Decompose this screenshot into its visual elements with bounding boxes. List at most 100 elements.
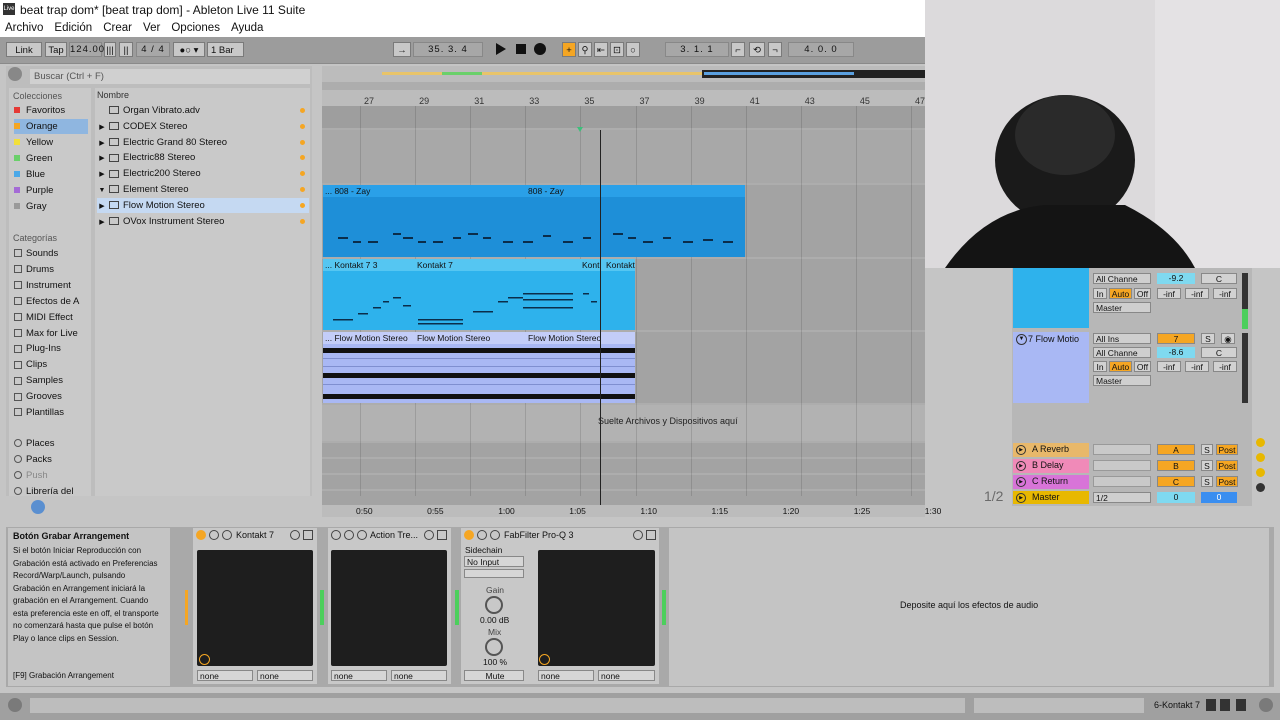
collection-item-yellow[interactable]: Yellow [14, 135, 53, 150]
quantize-dropdown[interactable]: 1 Bar [207, 42, 244, 57]
metronome-button[interactable]: ●○ ▾ [173, 42, 205, 57]
menu-ayuda[interactable]: Ayuda [231, 19, 263, 37]
loop-marker-icon[interactable] [577, 127, 583, 132]
track-fold-icon[interactable]: ▼ [1016, 334, 1027, 345]
plugin-view-kontakt[interactable] [197, 550, 313, 666]
output-dropdown-7[interactable]: Master [1093, 375, 1151, 386]
device-config-icon[interactable] [290, 530, 300, 540]
category-item[interactable]: Samples [14, 373, 63, 388]
return-solo-button[interactable]: S [1201, 460, 1213, 471]
song-position-field[interactable]: 35. 3. 4 [413, 42, 483, 57]
category-item[interactable]: Grooves [14, 389, 62, 404]
device-config-icon[interactable] [424, 530, 434, 540]
device-power-icon[interactable] [331, 530, 341, 540]
sidechain-channel-dropdown-2[interactable]: none [598, 670, 655, 681]
follow-icon[interactable]: → [393, 42, 411, 57]
return-letter-badge[interactable]: A [1157, 444, 1195, 455]
return-post-button[interactable]: Post [1216, 444, 1238, 455]
device-edit-icon[interactable] [222, 530, 232, 540]
clip-flow-motion[interactable]: ... Flow Motion Stereo Flow Motion Stere… [323, 332, 635, 403]
category-item[interactable]: Drums [14, 262, 54, 277]
time-signature-field[interactable]: 4 / 4 [136, 42, 170, 57]
monitor-in-button-7[interactable]: In [1093, 361, 1107, 372]
expand-arrow-icon[interactable]: ▶ [97, 136, 107, 151]
solo-button-7[interactable]: S [1201, 333, 1215, 344]
track-header-kontakt[interactable] [1013, 258, 1089, 328]
collection-item-purple[interactable]: Purple [14, 183, 53, 198]
expand-arrow-icon[interactable]: ▶ [97, 215, 107, 230]
collection-item-orange[interactable]: Orange [14, 119, 88, 134]
output-dropdown-6[interactable]: Master [1093, 302, 1151, 313]
time-ruler[interactable] [322, 505, 925, 517]
return-track-header[interactable]: ▶ B Delay [1013, 459, 1089, 473]
capture-midi-icon[interactable]: ⊡ [610, 42, 624, 57]
tap-button[interactable]: Tap [45, 42, 67, 57]
punch-out-icon[interactable]: ¬ [768, 42, 782, 57]
midi-channel-dropdown[interactable]: none [257, 670, 313, 681]
device-save-icon[interactable] [303, 530, 313, 540]
link-button[interactable]: Link [6, 42, 42, 57]
track-number-7[interactable]: 7 [1157, 333, 1195, 344]
device-config-icon[interactable] [633, 530, 643, 540]
category-item[interactable]: Efectos de A [14, 294, 79, 309]
master-volume-field[interactable]: 0 [1157, 492, 1195, 503]
nudge-icon[interactable]: ||| [104, 42, 116, 57]
volume-field-7[interactable]: -8.6 [1157, 347, 1195, 358]
master-pan-field[interactable]: 0 [1201, 492, 1237, 503]
menu-edicion[interactable]: Edición [54, 19, 92, 37]
input-channel-dropdown-7[interactable]: All Channe [1093, 347, 1151, 358]
return-input-field[interactable] [1093, 444, 1151, 455]
device-save-icon[interactable] [437, 530, 447, 540]
plugin-view-fabfilter[interactable] [538, 550, 655, 666]
menu-ver[interactable]: Ver [143, 19, 160, 37]
sidechain-channel-dropdown[interactable]: none [391, 670, 447, 681]
browser-file-item[interactable]: ▶ Flow Motion Stereo [97, 197, 309, 214]
master-cue-dropdown[interactable]: 1/2 [1093, 492, 1151, 503]
return-input-field[interactable] [1093, 460, 1151, 471]
place-item[interactable]: Librería del [14, 484, 74, 499]
track-fold-icon[interactable]: ▶ [1016, 477, 1026, 487]
device-edit-icon[interactable] [357, 530, 367, 540]
expand-arrow-icon[interactable]: ▶ [97, 199, 107, 214]
master-track-header[interactable]: ▶ Master [1013, 491, 1089, 504]
monitor-auto-button-6[interactable]: Auto [1109, 288, 1132, 299]
browser-search-input[interactable]: Buscar (Ctrl + F) [30, 69, 310, 84]
help-icon[interactable] [31, 500, 45, 514]
arm-button-7[interactable]: ◉ [1221, 333, 1235, 344]
browser-toggle-icon[interactable] [8, 67, 22, 81]
stop-icon[interactable] [516, 44, 526, 54]
track-header-flow-motion[interactable]: ▼ 7 Flow Motio [1013, 332, 1089, 403]
category-item[interactable]: Plantillas [14, 405, 64, 420]
io-toggle-icon[interactable] [1256, 438, 1265, 447]
sidechain-mute-button[interactable]: Mute [464, 670, 524, 681]
collection-item-green[interactable]: Green [14, 151, 52, 166]
browser-file-item[interactable]: ▶ OVox Instrument Stereo [97, 214, 309, 229]
device-power-icon[interactable] [464, 530, 474, 540]
menu-archivo[interactable]: Archivo [5, 19, 43, 37]
sidechain-channel-field[interactable] [464, 569, 524, 578]
plugin-view-action[interactable] [331, 550, 447, 666]
return-track-header[interactable]: ▶ C Return [1013, 475, 1089, 489]
track-name-flow-motion[interactable]: 7 Flow Motio [1028, 334, 1079, 344]
pan-field-7[interactable]: C [1201, 347, 1237, 358]
collection-item-favoritos[interactable]: Favoritos [14, 103, 65, 118]
detail-view-toggle-icon[interactable] [8, 698, 22, 712]
device-power-icon[interactable] [196, 530, 206, 540]
metronome-nudge-icon[interactable]: || [119, 42, 133, 57]
return-post-button[interactable]: Post [1216, 476, 1238, 487]
return-solo-button[interactable]: S [1201, 444, 1213, 455]
input-channel-dropdown-6[interactable]: All Channe [1093, 273, 1151, 284]
effects-drop-area[interactable]: Deposite aquí los efectos de audio [669, 528, 1269, 686]
gain-knob[interactable] [485, 596, 503, 614]
return-solo-button[interactable]: S [1201, 476, 1213, 487]
browser-file-item[interactable]: ▶ Electric88 Stereo [97, 150, 309, 165]
browser-file-item[interactable]: Organ Vibrato.adv [97, 103, 309, 118]
device-fold-icon[interactable] [209, 530, 219, 540]
clip-kontakt[interactable]: ... Kontakt 7 3 Kontakt 7 Kont Kontakt [323, 259, 635, 330]
menu-opciones[interactable]: Opciones [171, 19, 220, 37]
place-item[interactable]: Places [14, 436, 55, 451]
device-edit-icon[interactable] [490, 530, 500, 540]
overdub-button[interactable]: + [562, 42, 576, 57]
view-toggle-icon[interactable] [1220, 699, 1230, 711]
play-icon[interactable] [496, 43, 506, 55]
